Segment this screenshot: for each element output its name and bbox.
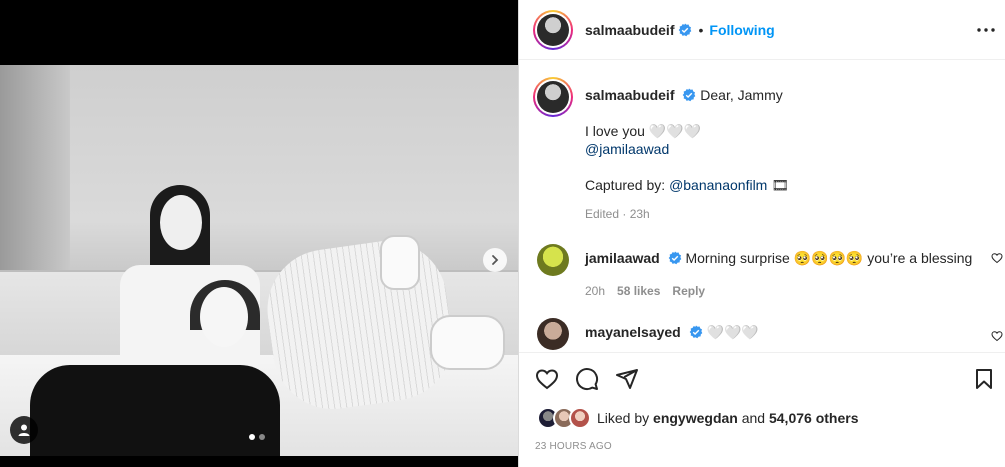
caption-first-line: Dear, Jammy xyxy=(700,87,783,103)
heart-icon[interactable] xyxy=(991,330,1003,342)
caption-username[interactable]: salmaabudeif xyxy=(585,87,674,103)
caption-credit-suffix: 🎞 xyxy=(767,177,790,193)
comment-time[interactable]: 20h xyxy=(585,284,605,298)
comment-meta: 20h 58 likes Reply xyxy=(585,284,705,298)
caption-edited-time: Edited · 23h xyxy=(585,207,650,221)
bookmark-icon[interactable] xyxy=(972,367,996,391)
post-photo[interactable] xyxy=(0,65,518,456)
comment-username[interactable]: mayanelsayed xyxy=(585,324,681,340)
likes-summary: Liked by engywegdan and 54,076 others xyxy=(537,407,858,429)
next-slide-button[interactable] xyxy=(483,248,507,272)
likes-count-link[interactable]: 54,076 others xyxy=(769,410,859,426)
verified-badge-icon xyxy=(679,23,692,36)
more-options-button[interactable] xyxy=(974,18,998,42)
carousel-indicator xyxy=(249,434,265,440)
avatar[interactable] xyxy=(533,9,573,50)
chevron-right-icon xyxy=(492,255,499,265)
comment-item: mayanelsayed 🤍🤍🤍 xyxy=(533,318,1003,352)
caption-avatar[interactable] xyxy=(533,77,573,117)
avatar xyxy=(569,407,591,429)
photographer-mention-link[interactable]: @bananaonfilm xyxy=(669,177,767,193)
post-sidebar: salmaabudeif • Following salmaabudeif De… xyxy=(518,0,1005,467)
user-icon xyxy=(18,424,30,436)
caption-mention-link[interactable]: @jamilaawad xyxy=(585,141,669,157)
header-separator: • xyxy=(698,21,704,38)
comment-reply-button[interactable]: Reply xyxy=(672,284,705,298)
share-send-icon[interactable] xyxy=(615,367,639,391)
verified-badge-icon xyxy=(668,251,681,265)
caption-love-line: I love you 🤍🤍🤍 xyxy=(585,123,702,139)
header-username[interactable]: salmaabudeif xyxy=(585,22,674,38)
like-heart-icon[interactable] xyxy=(535,367,559,391)
post-actions: Liked by engywegdan and 54,076 others 23… xyxy=(519,352,1005,467)
comment-item: jamilaawad Morning surprise 🥺🥺🥺🥺 you’re … xyxy=(533,244,1003,304)
likes-text: Liked by engywegdan and 54,076 others xyxy=(597,410,858,426)
comment-username[interactable]: jamilaawad xyxy=(585,250,660,266)
following-button[interactable]: Following xyxy=(709,22,774,38)
likes-middle: and xyxy=(737,410,769,426)
carousel-dot xyxy=(249,434,255,440)
comment-avatar[interactable] xyxy=(537,318,569,350)
comment-text: Morning surprise 🥺🥺🥺🥺 you’re a blessing xyxy=(685,250,973,266)
tagged-users-button[interactable] xyxy=(10,416,38,444)
comment-avatar[interactable] xyxy=(537,244,569,276)
comments-section: salmaabudeif Dear, Jammy I love you 🤍🤍🤍 … xyxy=(519,61,1005,352)
liker-avatars[interactable] xyxy=(537,407,593,429)
comment-text: 🤍🤍🤍 xyxy=(706,324,759,340)
caption-credit-line: Captured by: @bananaonfilm 🎞 xyxy=(585,177,789,194)
likes-user-link[interactable]: engywegdan xyxy=(653,410,738,426)
post-timestamp[interactable]: 23 HOURS AGO xyxy=(535,441,612,452)
comment-icon[interactable] xyxy=(575,367,599,391)
caption-credit-label: Captured by: xyxy=(585,177,670,193)
likes-prefix: Liked by xyxy=(597,410,654,426)
heart-icon[interactable] xyxy=(991,252,1003,264)
post-media xyxy=(0,0,518,467)
post-header: salmaabudeif • Following xyxy=(519,0,1005,60)
carousel-dot xyxy=(259,434,265,440)
comment-likes[interactable]: 58 likes xyxy=(617,284,660,298)
more-horizontal-icon xyxy=(977,28,995,32)
verified-badge-icon xyxy=(689,325,702,339)
verified-badge-icon xyxy=(683,88,696,102)
